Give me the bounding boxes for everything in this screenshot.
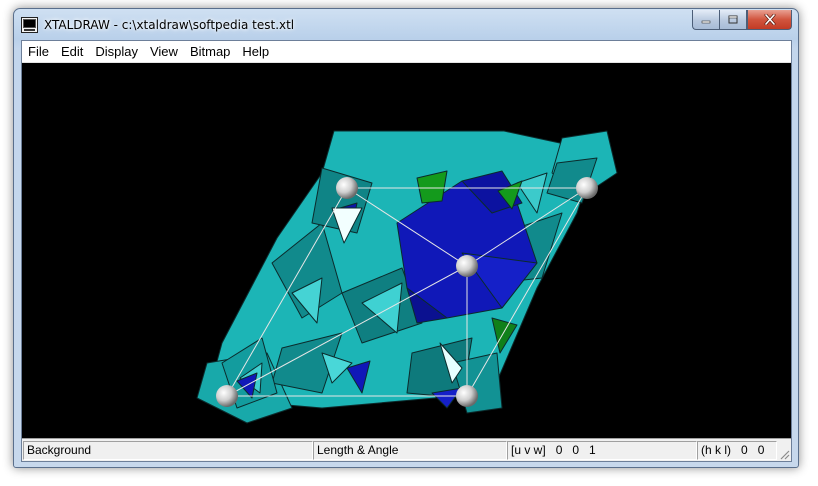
hkl-label: (h k l) [701,443,731,457]
atom [216,385,238,407]
atom [576,177,598,199]
status-length-angle: Length & Angle [313,441,507,460]
maximize-icon [728,15,738,23]
minimize-button[interactable] [692,10,719,30]
menu-edit[interactable]: Edit [55,41,89,62]
crystal-structure-viewport[interactable] [22,63,791,438]
status-bar: Background Length & Angle [u v w] 0 0 1 … [22,438,791,461]
menu-help[interactable]: Help [236,41,275,62]
caption-buttons [692,10,792,30]
close-icon [764,14,775,25]
uvw-label: [u v w] [511,443,546,457]
uvw-values: 0 0 1 [555,443,596,457]
polyhedra [196,130,618,424]
close-button[interactable] [747,10,792,30]
status-hkl: (h k l) 0 0 [697,441,777,460]
hkl-values: 0 0 [741,443,765,457]
resize-grip-icon[interactable] [778,448,790,460]
client-area: File Edit Display View Bitmap Help Backg… [21,40,792,462]
app-icon[interactable] [21,17,38,33]
status-uvw: [u v w] 0 0 1 [507,441,697,460]
title-bar[interactable]: XTALDRAW - c:\xtaldraw\softpedia test.xt… [14,9,798,39]
crystal-structure-drawing [196,130,618,424]
maximize-button[interactable] [719,10,747,30]
minimize-icon [701,20,711,23]
atom [336,177,358,199]
menu-bar: File Edit Display View Bitmap Help [22,41,791,63]
application-window: XTALDRAW - c:\xtaldraw\softpedia test.xt… [13,8,799,468]
menu-view[interactable]: View [144,41,184,62]
atom [456,255,478,277]
atom [456,385,478,407]
menu-display[interactable]: Display [89,41,144,62]
menu-bitmap[interactable]: Bitmap [184,41,236,62]
menu-file[interactable]: File [22,41,55,62]
status-background: Background [23,441,313,460]
window-title: XTALDRAW - c:\xtaldraw\softpedia test.xt… [44,18,295,32]
